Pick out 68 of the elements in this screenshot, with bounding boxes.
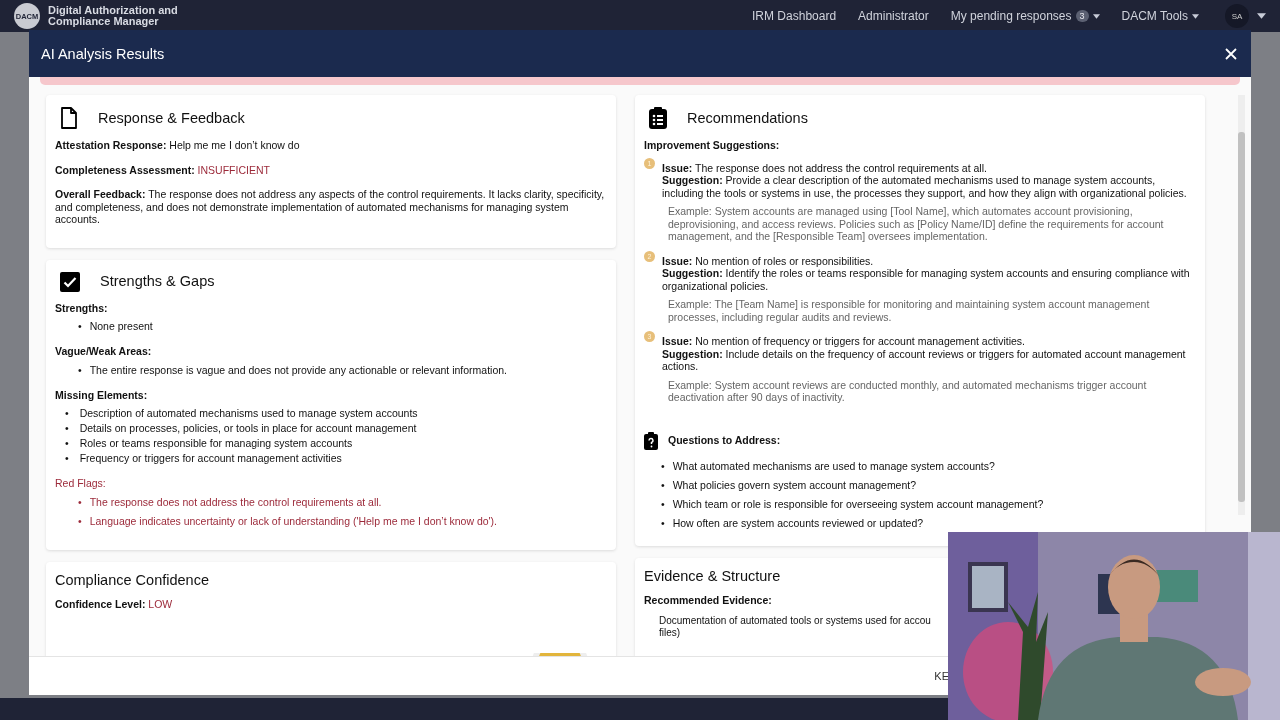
nav-link[interactable]: DACM Tools <box>1121 9 1188 23</box>
scrollbar[interactable] <box>1238 95 1245 515</box>
section-heading: Strengths: <box>55 301 109 314</box>
bullet: • <box>661 478 665 492</box>
suggestion-text: Suggestion: Provide a clear description of the automated mechanisms used to manage system accounts, including the tools or systems in use, the processes they support, and how they align with organizational policies. <box>662 174 1188 199</box>
example-text: Example: System accounts are managed using [Tool Name], which automates account provisioning, deprovisioning, and access reviews. Policies such as [Policy Name/ID] define the requirements for account management, and the [Responsible Team] oversees implementation. <box>667 205 1165 243</box>
bullet: • <box>661 497 665 511</box>
keep-button[interactable]: KE <box>932 666 951 686</box>
card-title: Recommendations <box>687 111 808 125</box>
list-item: What automated mechanisms are used to manage system accounts? <box>672 459 995 473</box>
card-title: Evidence & Structure <box>644 569 782 582</box>
card-title: Strengths & Gaps <box>100 275 215 288</box>
issue-text: Issue: No mention of frequency or triggers for account management activities. <box>662 335 1027 348</box>
card-title: Response & Feedback <box>98 111 245 125</box>
list-item: Frequency or triggers for account management activities <box>79 452 342 465</box>
modal-title: AI Analysis Results <box>41 45 165 62</box>
card-title: Compliance Confidence <box>55 573 210 586</box>
clipboard-question-icon <box>644 431 658 450</box>
suggestion-text: Suggestion: Identify the roles or teams responsible for managing system accounts and ensuring compliance with organizational policies. <box>662 267 1191 292</box>
bullet: • <box>78 363 82 377</box>
user-avatar[interactable]: SA <box>1225 4 1249 28</box>
suggestion-text: Suggestion: Include details on the frequency of account reviews or triggers for automated account management actions. <box>662 347 1187 373</box>
list-item: None present <box>89 320 153 333</box>
evidence-item: Documentation of automated tools or systems used for accou files) <box>658 614 932 640</box>
count-badge: 3 <box>1075 10 1089 22</box>
list-item: What policies govern system account management? <box>672 478 917 492</box>
section-heading: Red Flags: <box>55 477 107 490</box>
field-text: Attestation Response: Help me me I don’t know do <box>55 139 301 152</box>
list-item: Description of automated mechanisms used to manage system accounts <box>79 407 418 420</box>
list-item: How often are system accounts reviewed or updated? <box>672 516 924 530</box>
bullet: • <box>661 516 665 530</box>
caret-icon[interactable] <box>1192 13 1199 19</box>
close-icon[interactable] <box>1225 47 1237 60</box>
app-name: Digital Authorization and Compliance Manager <box>48 5 179 27</box>
example-text: Example: The [Team Name] is responsible for monitoring and maintaining system account management processes, including regular audits and reviews. <box>667 298 1151 323</box>
section-heading: Recommended Evidence: <box>644 594 773 607</box>
section-heading: Improvement Suggestions: <box>644 139 781 152</box>
section-heading: Vague/Weak Areas: <box>55 345 153 358</box>
bullet: • <box>65 407 69 420</box>
list-item: Which team or role is responsible for overseeing system account management? <box>672 497 1044 511</box>
section-heading: Missing Elements: <box>55 388 149 401</box>
clipboard-icon <box>649 107 667 129</box>
checkbox-icon <box>60 271 80 292</box>
list-item: Roles or teams responsible for managing system accounts <box>79 437 353 450</box>
bullet: • <box>65 452 69 465</box>
field-text: Completeness Assessment: INSUFFICIENT <box>55 163 271 176</box>
field-text: Confidence Level: LOW <box>55 598 174 611</box>
nav-link[interactable]: Administrator <box>858 9 929 23</box>
caret-icon[interactable] <box>1257 13 1266 19</box>
caret-icon[interactable] <box>1092 13 1100 19</box>
nav-link[interactable]: My pending responses <box>950 9 1072 23</box>
list-item: The entire response is vague and does not provide any actionable or relevant information. <box>89 363 508 377</box>
bullet: • <box>78 495 82 509</box>
list-item: Language indicates uncertainty or lack of understanding ('Help me me I don’t know do'). <box>89 514 497 528</box>
bullet: • <box>78 320 82 333</box>
document-icon <box>60 107 78 129</box>
field-text: Overall Feedback: The response does not address any aspects of the control requirements. It lacks clarity, specificity, and completeness, and does not demonstrate implementation of automated mechanisms for managing system accounts. <box>55 188 606 226</box>
bullet: • <box>65 422 69 435</box>
bullet: • <box>65 437 69 450</box>
list-item: The response does not address the control requirements at all. <box>89 495 382 509</box>
nav-link[interactable]: IRM Dashboard <box>752 9 837 23</box>
issue-text: Issue: The response does not address the control requirements at all. <box>662 161 988 174</box>
bullet: • <box>661 459 665 473</box>
issue-text: Issue: No mention of roles or responsibilities. <box>662 254 875 267</box>
bullet: • <box>78 514 82 528</box>
example-text: Example: System account reviews are conducted monthly, and automated mechanisms trigger account deactivation after 90 days of inactivity. <box>667 378 1148 404</box>
list-item: Details on processes, policies, or tools in place for account management <box>79 422 417 435</box>
section-heading: Questions to Address: <box>668 434 781 447</box>
